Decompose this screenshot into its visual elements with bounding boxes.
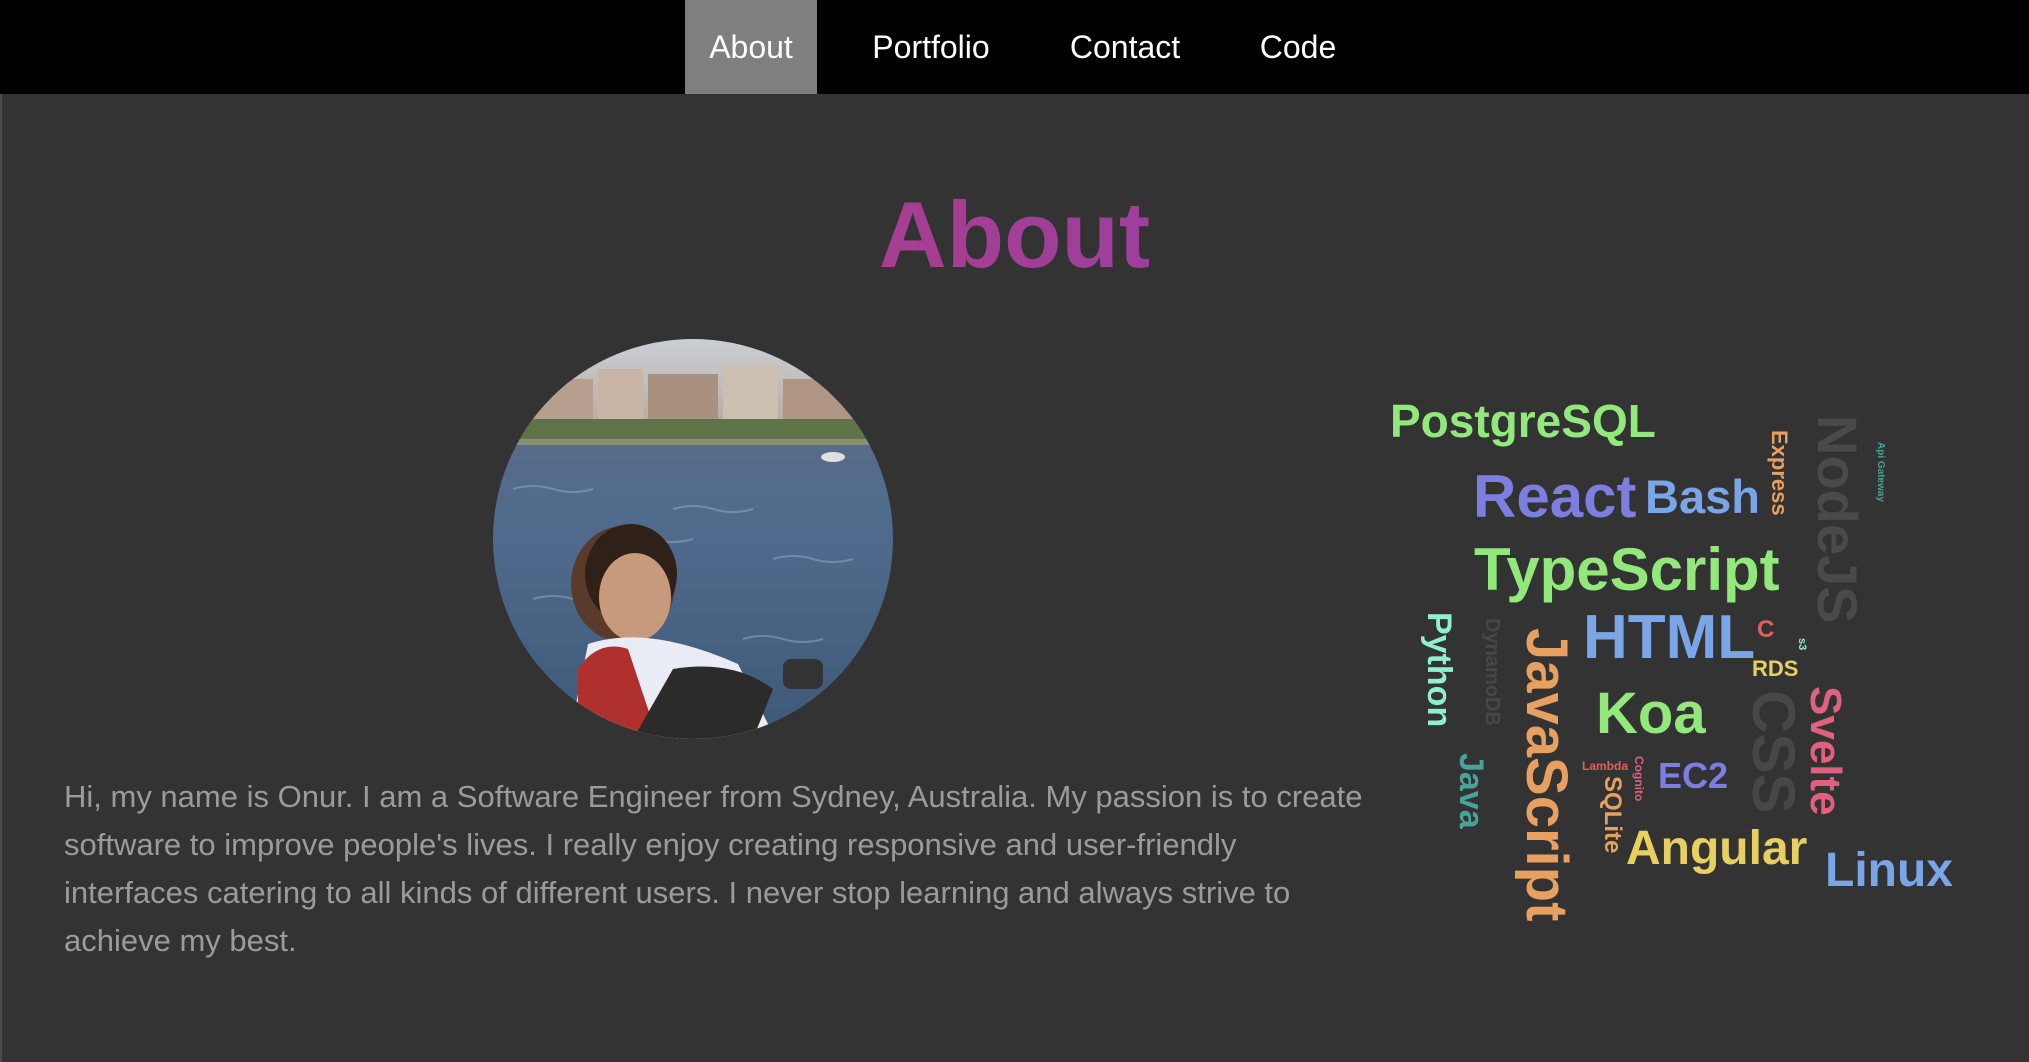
top-navbar: About Portfolio Contact Code <box>0 0 2029 94</box>
skill-react: React <box>1473 463 1637 530</box>
skill-dynamodb: DynamoDB <box>1481 618 1503 726</box>
skill-typescript: TypeScript <box>1474 536 1780 603</box>
skill-api-gateway: Api Gateway <box>1875 442 1886 503</box>
skill-express: Express <box>1767 430 1792 516</box>
nav-link-code[interactable]: Code <box>1245 0 1351 94</box>
skill-sqlite: SQLite <box>1599 776 1626 854</box>
nav-link-portfolio[interactable]: Portfolio <box>857 0 1005 94</box>
skill-postgresql: PostgreSQL <box>1390 395 1656 447</box>
skill-java: Java <box>1452 753 1490 829</box>
skill-rds: RDS <box>1752 656 1799 681</box>
skill-html: HTML <box>1583 603 1756 672</box>
skill-bash: Bash <box>1645 470 1760 523</box>
bio-paragraph: Hi, my name is Onur. I am a Software Eng… <box>64 779 1363 958</box>
skill-javascript: JavaScript <box>1514 628 1579 922</box>
skill-cognito: Cognito <box>1632 756 1646 802</box>
skill-nodejs: NodeJS <box>1806 415 1869 624</box>
skill-koa: Koa <box>1596 681 1706 746</box>
skill-python: Python <box>1420 612 1458 728</box>
skill-css: CSS <box>1740 690 1807 814</box>
skill-lambda: Lambda <box>1582 759 1629 773</box>
skill-linux: Linux <box>1825 844 1953 897</box>
skill-c: C <box>1757 616 1775 643</box>
nav-link-about[interactable]: About <box>685 0 817 94</box>
skill-ec2: EC2 <box>1658 755 1729 796</box>
page-title: About <box>0 175 2029 295</box>
skill-s3: s3 <box>1796 638 1808 651</box>
skill-svelte: Svelte <box>1801 686 1850 816</box>
profile-photo-image <box>493 339 893 739</box>
profile-photo <box>493 339 893 739</box>
skill-angular: Angular <box>1626 822 1808 875</box>
nav-link-contact[interactable]: Contact <box>1045 0 1205 94</box>
skills-word-cloud: PostgreSQL React Bash Express NodeJS Api… <box>1380 380 2020 960</box>
